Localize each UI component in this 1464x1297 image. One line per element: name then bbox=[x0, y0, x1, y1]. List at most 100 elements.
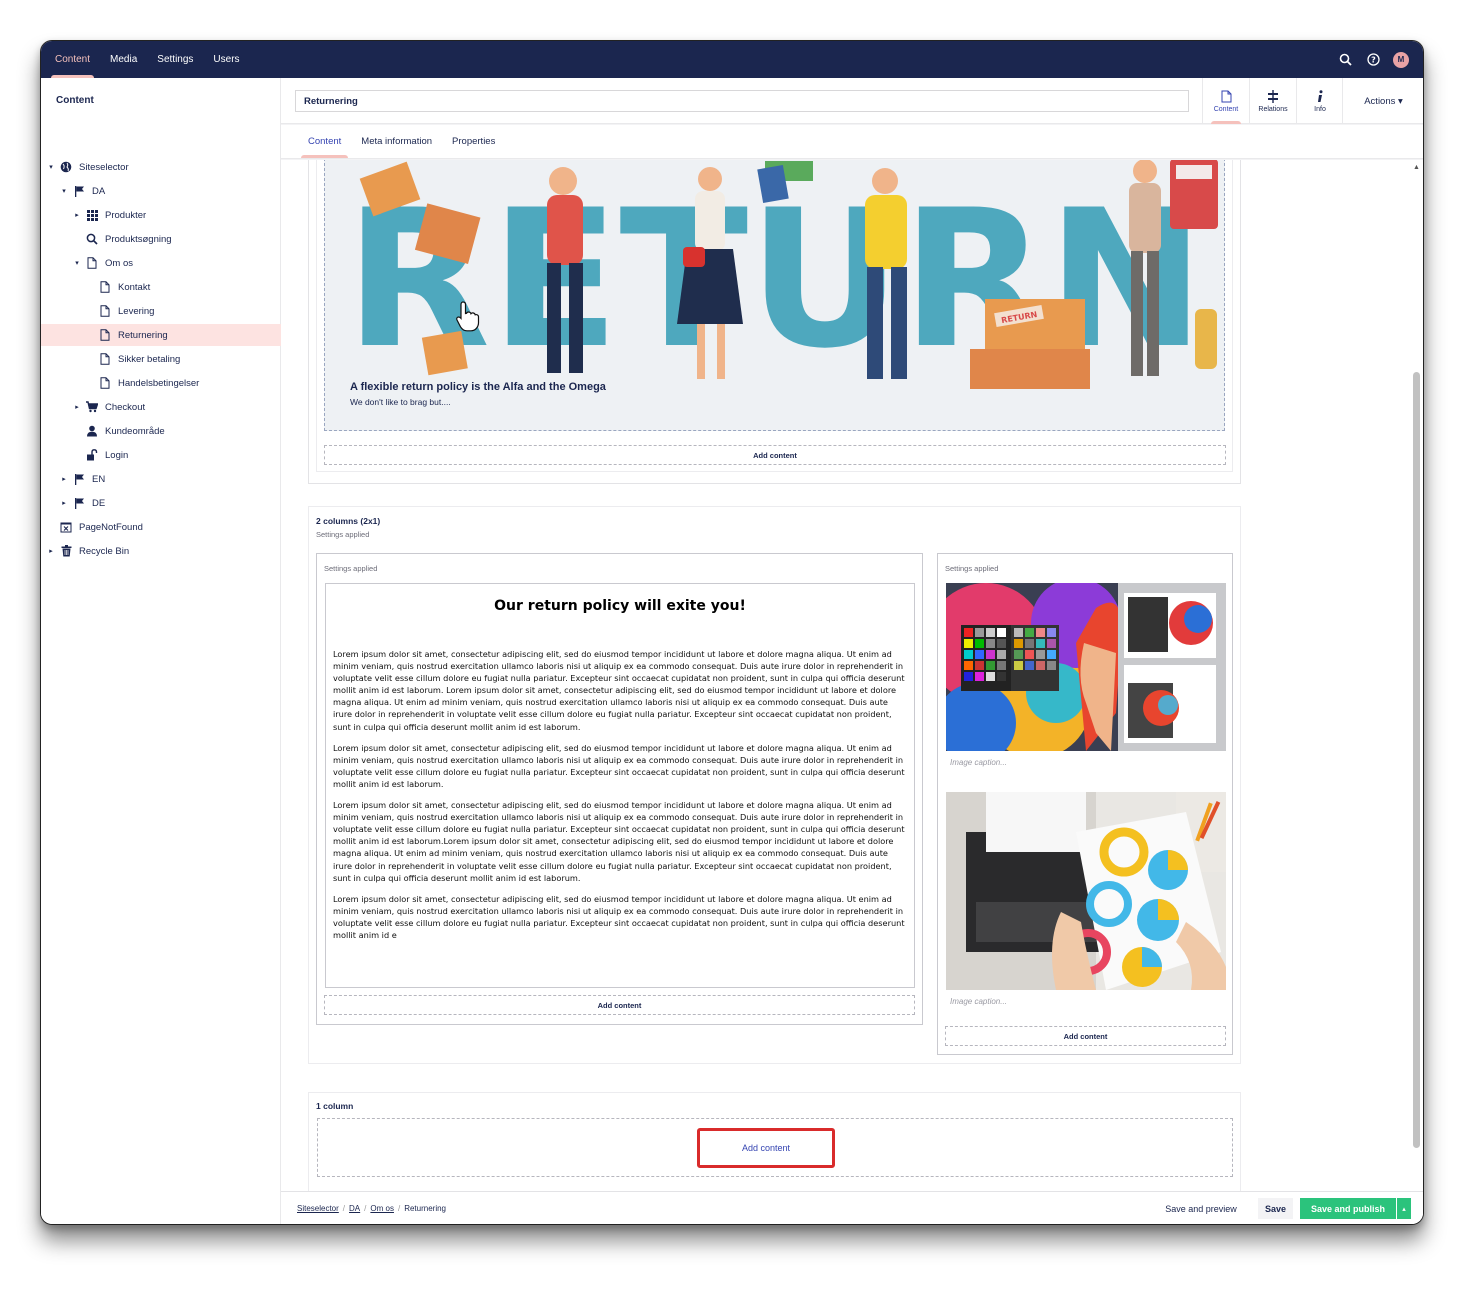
expand-caret-icon[interactable]: ▸ bbox=[73, 403, 81, 411]
add-content-button[interactable]: Add content bbox=[324, 995, 915, 1015]
tree-node-om-os[interactable]: ▾ Om os bbox=[41, 252, 281, 274]
top-nav-content[interactable]: Content bbox=[45, 41, 100, 78]
unlock-icon bbox=[85, 448, 99, 462]
breadcrumb-siteselector[interactable]: Siteselector bbox=[297, 1204, 339, 1213]
expand-caret-icon[interactable]: ▸ bbox=[47, 547, 55, 555]
flag-icon bbox=[72, 496, 86, 510]
tree-node-handelsbetingelser[interactable]: Handelsbetingelser bbox=[41, 372, 281, 394]
tree-node-siteselector[interactable]: ▾ Siteselector bbox=[41, 156, 281, 178]
cart-icon bbox=[85, 400, 99, 414]
tree-node-label: Checkout bbox=[105, 401, 146, 413]
expand-caret-icon[interactable]: ▸ bbox=[73, 211, 81, 219]
tree-node-levering[interactable]: Levering bbox=[41, 300, 281, 322]
editor-header: Returnering Content Relations Info Actio… bbox=[281, 78, 1423, 124]
top-nav-media[interactable]: Media bbox=[100, 41, 147, 78]
app-content[interactable]: Content bbox=[1202, 78, 1249, 124]
add-content-button[interactable]: Add content bbox=[324, 445, 1226, 465]
tab-properties[interactable]: Properties bbox=[445, 125, 502, 158]
rich-text-paragraph: Lorem ipsum dolor sit amet, consectetur … bbox=[333, 893, 905, 940]
tree-node-sikker-betaling[interactable]: Sikker betaling bbox=[41, 348, 281, 370]
hero-caption-title: A flexible return policy is the Alfa and… bbox=[350, 381, 606, 393]
add-content-button[interactable]: Add content bbox=[945, 1026, 1226, 1046]
hero-caption-subtitle: We don't like to brag but.... bbox=[350, 397, 451, 407]
editor: Returnering Content Relations Info Actio… bbox=[281, 78, 1423, 1224]
flag-icon bbox=[72, 472, 86, 486]
expand-caret-icon[interactable]: ▸ bbox=[60, 475, 68, 483]
tree-node-kundeområde[interactable]: Kundeområde bbox=[41, 420, 281, 442]
expand-caret-icon[interactable]: ▾ bbox=[73, 259, 81, 267]
app-relations[interactable]: Relations bbox=[1249, 78, 1296, 124]
tree-node-label: Produkter bbox=[105, 209, 147, 221]
tree-node-label: DA bbox=[92, 185, 106, 197]
top-navigation-bar: Content Media Settings Users ? M bbox=[41, 41, 1423, 78]
app-info[interactable]: Info bbox=[1296, 78, 1343, 124]
tree-node-checkout[interactable]: ▸ Checkout bbox=[41, 396, 281, 418]
svg-text:?: ? bbox=[1371, 56, 1376, 65]
content-scrollbar[interactable]: ▲ ▼ bbox=[1412, 164, 1421, 1224]
expand-caret-icon[interactable]: ▸ bbox=[60, 499, 68, 507]
hero-image-block[interactable]: RETURN RETURN A flexible return policy i… bbox=[324, 160, 1225, 431]
rich-text-paragraph: Lorem ipsum dolor sit amet, consectetur … bbox=[333, 649, 905, 732]
two-column-settings-tag: Settings applied bbox=[316, 530, 370, 539]
breadcrumb-da[interactable]: DA bbox=[349, 1204, 360, 1213]
editor-apps: Content Relations Info bbox=[1202, 78, 1343, 124]
app-content-label: Content bbox=[1213, 105, 1239, 113]
one-column-block-name: 1 column bbox=[316, 1101, 354, 1111]
user-icon bbox=[85, 424, 99, 438]
publish-options-caret-icon[interactable]: ▴ bbox=[1397, 1198, 1411, 1219]
scrollbar-thumb[interactable] bbox=[1413, 372, 1420, 1148]
tree-title: Content bbox=[56, 95, 94, 106]
save-button[interactable]: Save bbox=[1258, 1198, 1293, 1219]
tree-node-de[interactable]: ▸ DE bbox=[41, 492, 281, 514]
tree-node-label: Returnering bbox=[118, 329, 168, 341]
tree-node-produktsøgning[interactable]: Produktsøgning bbox=[41, 228, 281, 250]
breadcrumb-separator: / bbox=[364, 1204, 367, 1213]
image-color-chart-woman[interactable] bbox=[946, 583, 1226, 751]
help-icon[interactable]: ? bbox=[1365, 52, 1381, 68]
document-icon bbox=[98, 304, 112, 318]
scroll-up-icon[interactable]: ▲ bbox=[1412, 164, 1421, 171]
image-printer-color-wheels[interactable] bbox=[946, 792, 1226, 990]
editor-footer: Siteselector / DA / Om os / Returnering … bbox=[281, 1191, 1423, 1224]
document-icon bbox=[98, 280, 112, 294]
image-caption[interactable]: Image caption... bbox=[950, 758, 1007, 767]
globe-icon bbox=[59, 160, 73, 174]
tree-node-produkter[interactable]: ▸ Produkter bbox=[41, 204, 281, 226]
tree-node-recycle-bin[interactable]: ▸ Recycle Bin bbox=[41, 540, 281, 562]
tree-node-label: DE bbox=[92, 497, 106, 509]
two-column-block-name: 2 columns (2x1) bbox=[316, 516, 381, 526]
content-tree: Content ▾ Siteselector ▾ DA ▸ Produkter Produk… bbox=[41, 78, 281, 1224]
top-bar-tools: ? M bbox=[1337, 41, 1409, 78]
save-and-publish-button[interactable]: Save and publish bbox=[1300, 1198, 1396, 1219]
breadcrumb-om-os[interactable]: Om os bbox=[370, 1204, 394, 1213]
grid-icon bbox=[85, 208, 99, 222]
tab-content[interactable]: Content bbox=[301, 125, 349, 158]
rich-text-paragraph: Lorem ipsum dolor sit amet, consectetur … bbox=[333, 800, 905, 883]
expand-caret-icon[interactable]: ▾ bbox=[60, 187, 68, 195]
tree-node-login[interactable]: Login bbox=[41, 444, 281, 466]
avatar[interactable]: M bbox=[1393, 51, 1409, 68]
rich-text-block[interactable]: Our return policy will exite you! Lorem … bbox=[325, 583, 915, 988]
tree-node-returnering[interactable]: Returnering bbox=[41, 324, 281, 346]
actions-dropdown[interactable]: Actions ▾ bbox=[1342, 78, 1423, 124]
tree-node-en[interactable]: ▸ EN bbox=[41, 468, 281, 490]
breadcrumb-current: Returnering bbox=[404, 1204, 446, 1213]
search-icon bbox=[85, 232, 99, 246]
node-name-input[interactable]: Returnering bbox=[295, 90, 1189, 112]
tree-node-da[interactable]: ▾ DA bbox=[41, 180, 281, 202]
document-icon bbox=[98, 376, 112, 390]
document-icon bbox=[85, 256, 99, 270]
image-caption[interactable]: Image caption... bbox=[950, 997, 1007, 1006]
search-icon[interactable] bbox=[1337, 52, 1353, 68]
tab-meta-information[interactable]: Meta information bbox=[354, 125, 439, 158]
content-scroll-area[interactable]: RETURN RETURN A flexible return policy i… bbox=[281, 160, 1423, 1191]
top-nav-users[interactable]: Users bbox=[203, 41, 249, 78]
trash-icon bbox=[59, 544, 73, 558]
top-nav-settings[interactable]: Settings bbox=[147, 41, 203, 78]
tree-node-pagenotfound[interactable]: PageNotFound bbox=[41, 516, 281, 538]
tree-node-kontakt[interactable]: Kontakt bbox=[41, 276, 281, 298]
tree-node-label: Sikker betaling bbox=[118, 353, 181, 365]
save-and-preview-button[interactable]: Save and preview bbox=[1151, 1198, 1251, 1219]
expand-caret-icon[interactable]: ▾ bbox=[47, 163, 55, 171]
relations-icon bbox=[1268, 89, 1278, 103]
